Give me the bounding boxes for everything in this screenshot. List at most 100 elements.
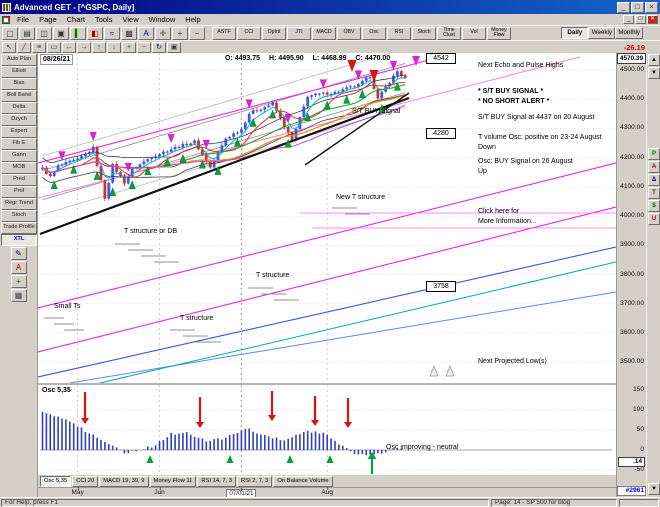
period-button-daily[interactable]: Daily [561,27,589,39]
oscillator-chart[interactable] [38,385,616,475]
crosshair-icon[interactable]: ✛ [155,26,171,40]
indicator-tab-cci-20[interactable]: CCI 20 [72,475,99,487]
scroll-up-button[interactable]: ▲ [648,54,660,66]
period-button-monthly[interactable]: Monthly [615,27,643,39]
alert-button[interactable]: A [648,161,660,173]
study-button-obv[interactable]: OBV [337,26,361,40]
text-tool-icon[interactable]: A [138,26,154,40]
grid-icon[interactable]: ▩ [121,26,137,40]
menu-tools[interactable]: Tools [90,15,118,24]
sidebar-item-fib-e[interactable]: Fib E [1,138,37,150]
sidebar-item-pred[interactable]: Pred [1,174,37,186]
new-chart-icon[interactable]: ▢ [2,26,18,40]
bar-type-icon[interactable]: ▍ [70,26,86,40]
study-button-rsi[interactable]: RSI [387,26,411,40]
indicator-tab-rsi-2-7-3[interactable]: RSI 2, 7, 3 [237,475,273,487]
sidebar-item-expert[interactable]: Expert [1,126,37,138]
scroll-left-icon[interactable]: ← [62,41,76,53]
chart-maximize-button[interactable]: □ [635,15,646,24]
study-button-macd[interactable]: MACD [312,26,336,40]
sidebar-item-bias[interactable]: Bias [1,78,37,90]
study-button-astf[interactable]: ASTF [212,26,236,40]
menu-chart[interactable]: Chart [62,15,90,24]
study-button-stoch[interactable]: Stoch [412,26,436,40]
scroll-bottom-button[interactable]: ▼ [648,483,660,495]
pointer-icon[interactable]: ↖ [2,41,16,53]
dollar-button[interactable]: $ [648,200,660,212]
chart-annotation: * S/T BUY SIGNAL * [478,88,544,95]
close-button[interactable]: × [645,1,658,13]
x-axis: May Jun 07/01/21 Aug [38,487,616,499]
study-button-jti[interactable]: JTI [287,26,311,40]
study-button-osc[interactable]: Osc [362,26,386,40]
title-bar[interactable]: Advanced GET - [^GSPC, Daily] _ □ × [0,0,660,14]
delta-button[interactable]: Δ [648,174,660,186]
maximize-button[interactable]: □ [631,1,644,13]
price-axis-label: 4200.00 [620,153,644,161]
sidebar-item-trade-profile[interactable]: Trade Profile [1,222,37,234]
advanced-get-window: Advanced GET - [^GSPC, Daily] _ □ × File Pa… [0,0,660,507]
u-button[interactable]: U [648,213,660,225]
sidebar-item-delta[interactable]: Delta [1,102,37,114]
sidebar-item-stoch[interactable]: Stoch [1,210,37,222]
grid-tool-icon[interactable]: ▦ [10,289,27,302]
study-button-money-flow[interactable]: Money Flow [487,26,511,40]
line-type-icon[interactable]: ≈ [104,26,120,40]
draw-tool-icon[interactable]: ✎ [10,247,27,260]
chart-minimize-button[interactable]: _ [623,15,634,24]
indicator-tab-money-flow-11[interactable]: Money Flow 11 [149,475,197,487]
chart-annotation: Down [478,144,496,151]
refresh-icon[interactable]: ↻ [152,41,166,53]
study-button-cci[interactable]: CCI [237,26,261,40]
save-icon[interactable]: ◫ [36,26,52,40]
more-info-link[interactable]: More Information... [478,218,537,226]
indicator-tab-rsi-14-7-3[interactable]: RSI 14, 7, 3 [197,475,237,487]
sidebar-item-mob[interactable]: MOB [1,162,37,174]
sidebar-item-auto-plan[interactable]: Auto Plan [1,54,37,66]
window-title: Advanced GET - [^GSPC, Daily] [14,2,135,12]
zoom-out-icon[interactable]: − [189,26,205,40]
study-button-time-clust[interactable]: Time Clust [437,26,461,40]
menu-help[interactable]: Help [180,15,205,24]
sidebar-item-dzych[interactable]: Dzych [1,114,37,126]
menu-view[interactable]: View [117,15,143,24]
zoom-in-icon-2[interactable]: + [122,41,136,53]
menu-window[interactable]: Window [144,15,181,24]
more-info-link[interactable]: Click here for [478,208,519,216]
sidebar-item-xtl[interactable]: XTL [1,234,37,246]
snapshot-icon[interactable]: ▣ [167,41,181,53]
scroll-up-icon[interactable]: ↑ [92,41,106,53]
add-study-icon[interactable]: + [10,275,27,288]
x-axis-label-jun: Jun [154,487,165,496]
menu-page[interactable]: Page [34,15,62,24]
zoom-out-icon-2[interactable]: − [137,41,151,53]
open-chart-icon[interactable]: ▤ [19,26,35,40]
study-button-vol[interactable]: Vol [462,26,486,40]
chart-close-button[interactable]: × [647,15,658,24]
box-tool-icon[interactable]: ▭ [47,41,61,53]
sidebar-item-elliott[interactable]: Elliott [1,66,37,78]
sidebar-item-boll-band[interactable]: Boll Band [1,90,37,102]
sidebar-item-regr-trend[interactable]: Regr Trend [1,198,37,210]
scroll-down-icon[interactable]: ↓ [107,41,121,53]
period-button-weekly[interactable]: Weekly [588,27,616,39]
candle-type-icon[interactable]: ◧ [87,26,103,40]
study-button-opint[interactable]: OpInt [262,26,286,40]
sidebar-item-prof[interactable]: Prof [1,186,37,198]
time-button[interactable]: T [648,187,660,199]
pti-button[interactable]: P [648,148,660,160]
minimize-button[interactable]: _ [617,1,630,13]
indicator-tab-osc-5-35[interactable]: Osc 5,35 [40,475,72,487]
trendline-tool-icon[interactable]: ╱ [17,41,31,53]
scroll-down-button[interactable]: ▼ [648,67,660,79]
studies-list-icon[interactable]: ≡ [32,41,46,53]
menu-file[interactable]: File [12,15,34,24]
zoom-in-icon[interactable]: + [172,26,188,40]
scroll-right-icon[interactable]: → [77,41,91,53]
indicator-tab-on-balance-volume[interactable]: On Balance Volume [273,475,333,487]
label-tool-icon[interactable]: A [10,261,27,274]
sidebar-item-gann[interactable]: Gann [1,150,37,162]
print-icon[interactable]: ▣ [53,26,69,40]
indicator-tab-macd-19-39-9[interactable]: MACD 19, 39, 9 [99,475,149,487]
osc-axis-label: 100 [632,406,644,413]
